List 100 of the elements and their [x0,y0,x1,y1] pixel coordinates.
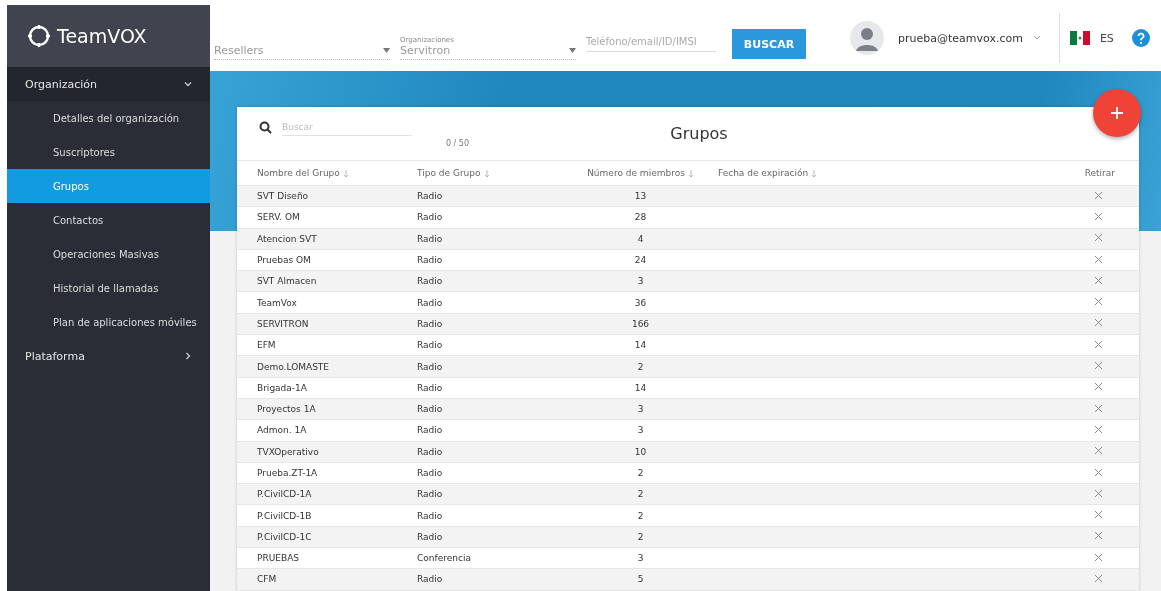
table-cell: 10 [634,446,647,457]
sidebar-item[interactable]: Historial de llamadas [7,271,210,305]
close-icon[interactable] [1094,233,1103,243]
table-cell: 24 [634,255,647,266]
close-icon[interactable] [1094,424,1103,434]
logo-icon [25,22,53,50]
table-cell: Prueba.ZT-1A [257,468,318,478]
table-cell: Radio [417,425,443,436]
column-header[interactable]: Nombre del Grupo [257,168,340,178]
table-cell: 28 [634,212,647,223]
close-icon[interactable] [1094,552,1103,562]
flag-icon [1069,31,1090,45]
close-icon[interactable] [1094,254,1103,264]
table-cell: Radio [417,212,443,223]
table-cell: Radio [417,255,443,266]
sort-arrow-icon[interactable] [687,169,694,178]
table-cell: Radio [417,574,443,585]
table-cell: Radio [417,489,443,500]
table-cell: 2 [637,510,644,521]
character-counter: 0 / 50 [445,139,469,148]
table-cell: 2 [637,531,644,542]
close-icon[interactable] [1094,403,1103,413]
table-cell: 13 [634,191,647,202]
search-icon [259,121,272,134]
table-cell: P.CivilCD-1B [257,510,312,521]
close-icon[interactable] [1094,318,1103,328]
table-cell: P.CivilCD-1C [257,531,312,542]
sidebar-item[interactable]: Plan de aplicaciones móviles [7,305,210,339]
table-cell: Pruebas OM [257,255,311,266]
table-cell: Atencion SVT [257,233,317,244]
sidebar-item[interactable]: Suscriptores [7,135,210,169]
table-cell: Radio [417,361,443,372]
close-icon[interactable] [1094,297,1103,307]
table-cell: CFM [257,574,277,585]
table-cell: P.CivilCD-1A [257,489,312,500]
table-cell: Admon. 1A [257,425,307,436]
table-cell: PRUEBAS [257,553,299,564]
sidebar-section[interactable]: Organización [7,67,210,101]
close-icon[interactable] [1094,531,1103,541]
caret-icon [383,47,390,53]
avatar-icon [850,21,884,55]
chevron-icon [1032,35,1041,41]
table-cell: 4 [637,233,644,244]
table-cell: Radio [417,276,443,287]
table-cell: 166 [631,318,650,329]
table-cell: Radio [417,510,443,521]
table-cell: 2 [637,489,644,500]
table-cell: Radio [417,446,443,457]
close-icon[interactable] [1094,361,1103,370]
table-cell: SVT Almacen [257,276,317,287]
close-icon[interactable] [1094,467,1103,477]
table-cell: Radio [417,233,443,244]
table-cell: Radio [417,468,443,478]
close-icon[interactable] [1094,211,1103,221]
brand-name: TeamVOX [57,25,147,47]
close-icon[interactable] [1094,339,1103,349]
table-cell: TeamVox [257,297,297,308]
table-cell: Radio [417,340,443,351]
table-cell: SVT Diseño [257,191,309,202]
close-icon[interactable] [1094,382,1103,392]
table-cell: Radio [417,191,443,202]
column-header[interactable]: Retirar [1084,168,1115,178]
language-selector[interactable]: ES [1099,31,1114,45]
sort-arrow-icon[interactable] [483,169,490,178]
table-cell: 3 [637,404,644,415]
card-title: Grupos [670,124,728,143]
table-cell: Demo.LOMASTE [257,361,330,372]
chevron-icon [184,80,192,88]
sidebar-item[interactable]: Contactos [7,203,210,237]
help-icon[interactable] [1131,29,1150,47]
table-cell: 3 [637,276,644,287]
plus-icon [1110,106,1124,120]
table-cell: Radio [417,382,443,393]
sidebar-item[interactable]: Detalles del organización [7,101,210,135]
close-icon[interactable] [1094,488,1103,498]
table-cell: 14 [634,340,647,351]
table-cell: SERVITRON [257,318,309,329]
table-cell: SERV. OM [257,212,300,223]
close-icon[interactable] [1094,574,1103,583]
column-header[interactable]: Tipo de Grupo [417,168,481,178]
close-icon[interactable] [1094,446,1103,456]
close-icon[interactable] [1094,275,1103,285]
table-cell: 3 [637,553,644,564]
column-header[interactable]: Fecha de expiración [718,168,809,178]
sidebar-item[interactable]: Operaciones Masivas [7,237,210,271]
sort-arrow-icon[interactable] [342,169,349,178]
table-cell: EFM [257,340,276,351]
table-cell: Conferencia [417,553,471,564]
column-header[interactable]: Número de miembros [587,168,685,178]
table-cell: 2 [637,468,644,478]
table-cell: 36 [634,297,647,308]
user-menu[interactable]: prueba@teamvox.com [898,31,1023,45]
table-cell: Radio [417,531,443,542]
table-cell: 3 [637,425,644,436]
table-cell: TVXOperativo [257,446,319,457]
table-cell: Radio [417,404,443,415]
close-icon[interactable] [1094,510,1103,520]
sort-arrow-icon[interactable] [811,169,818,178]
table-cell: 2 [637,361,644,372]
close-icon[interactable] [1094,190,1103,200]
